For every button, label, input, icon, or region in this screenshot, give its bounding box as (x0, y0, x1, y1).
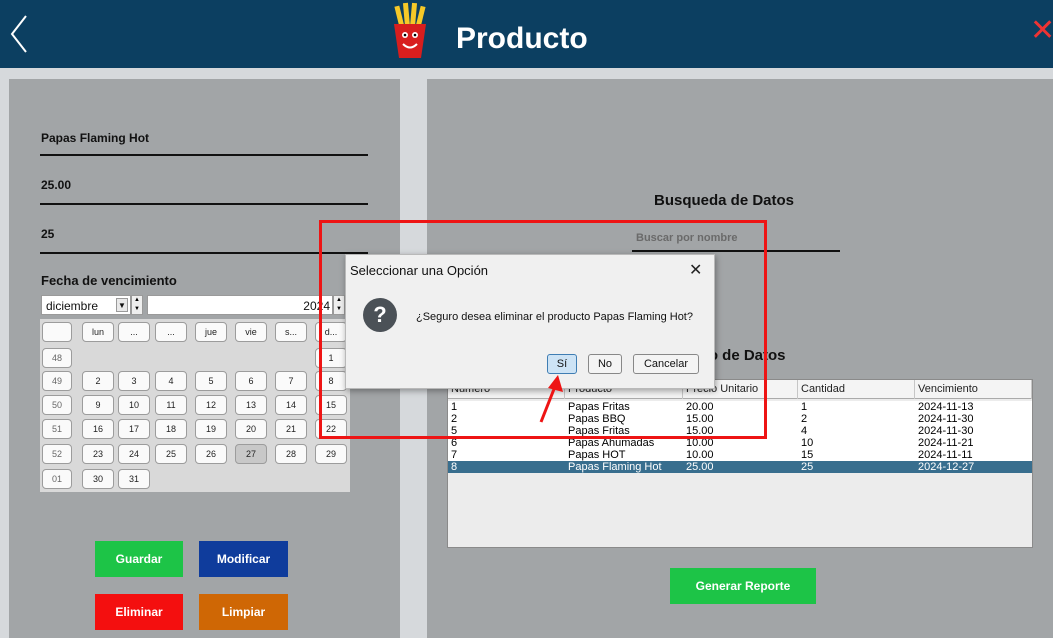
close-icon[interactable]: ✕ (1030, 16, 1053, 46)
table-cell: 25.00 (686, 461, 714, 473)
annotation-arrow-icon (539, 375, 563, 423)
table-cell: 2024-11-30 (918, 413, 974, 425)
calendar-day[interactable]: 21 (275, 419, 307, 439)
week-number: 51 (42, 419, 72, 439)
table-cell: 4 (801, 425, 808, 437)
calendar-day[interactable]: 5 (195, 371, 227, 391)
generate-report-button[interactable]: Generar Reporte (670, 568, 816, 604)
name-field-underline (40, 154, 368, 156)
eliminar-button[interactable]: Eliminar (95, 594, 183, 630)
table-cell: 8 (451, 461, 458, 473)
calendar-day[interactable]: 20 (235, 419, 267, 439)
month-value: diciembre (46, 299, 99, 313)
calendar-day[interactable]: 11 (155, 395, 187, 415)
table-cell: 25 (801, 461, 814, 473)
table-cell: 15 (801, 449, 814, 461)
calendar-day[interactable]: 30 (82, 469, 114, 489)
calendar-day[interactable]: 28 (275, 444, 307, 464)
weekday-header: vie (235, 322, 267, 342)
table-row[interactable]: 7 Papas HOT 10.00 15 2024-11-11 (448, 449, 1032, 461)
table-cell: 2024-11-11 (918, 449, 973, 461)
calendar-day[interactable]: 23 (82, 444, 114, 464)
chevron-down-icon[interactable]: ▼ (116, 298, 128, 312)
table-cell: 2024-12-27 (918, 461, 975, 473)
expiry-date-label: Fecha de vencimiento (41, 273, 177, 288)
table-row-selected[interactable]: 8 Papas Flaming Hot 25.00 25 2024-12-27 (448, 461, 1032, 473)
calendar-day[interactable]: 17 (118, 419, 150, 439)
week-number: 49 (42, 371, 72, 391)
table-cell: Papas Flaming Hot (568, 461, 662, 473)
calendar-day[interactable]: 12 (195, 395, 227, 415)
calendar-day[interactable]: 4 (155, 371, 187, 391)
calendar-day[interactable]: 25 (155, 444, 187, 464)
calendar-day[interactable]: 16 (82, 419, 114, 439)
month-spinner[interactable]: ▲ ▼ (131, 295, 143, 315)
calendar-day[interactable]: 13 (235, 395, 267, 415)
table-cell: Papas HOT (568, 449, 626, 461)
week-number: 48 (42, 348, 72, 368)
calendar-day[interactable]: 18 (155, 419, 187, 439)
calendar-day[interactable]: 2 (82, 371, 114, 391)
month-select[interactable]: diciembre ▼ (41, 295, 131, 315)
header-bar: Producto ✕ (0, 0, 1053, 68)
page-title: Producto (456, 22, 588, 55)
modificar-button[interactable]: Modificar (199, 541, 288, 577)
weekday-header: lun (82, 322, 114, 342)
week-number: 50 (42, 395, 72, 415)
weekday-header: s... (275, 322, 307, 342)
calendar-day[interactable]: 26 (195, 444, 227, 464)
table-cell: 2 (801, 413, 808, 425)
limpiar-button[interactable]: Limpiar (199, 594, 288, 630)
year-field[interactable]: 2024 (147, 295, 333, 315)
column-header[interactable]: Cantidad (798, 380, 915, 399)
calendar-day-selected[interactable]: 27 (235, 444, 267, 464)
weekday-header: jue (195, 322, 227, 342)
table-cell: 10.00 (686, 449, 714, 461)
table-cell: 2024-11-21 (918, 437, 974, 449)
week-number: 52 (42, 444, 72, 464)
fries-logo-icon (394, 2, 426, 58)
weekday-header (42, 322, 72, 342)
calendar-day[interactable]: 19 (195, 419, 227, 439)
column-header[interactable]: Vencimiento (915, 380, 1032, 399)
week-number: 01 (42, 469, 72, 489)
product-name-field[interactable]: Papas Flaming Hot (41, 131, 149, 145)
table-cell: 2024-11-30 (918, 425, 974, 437)
price-field[interactable]: 25.00 (41, 178, 71, 192)
table-cell: 7 (451, 449, 458, 461)
table-cell: 10 (801, 437, 814, 449)
calendar-day[interactable]: 3 (118, 371, 150, 391)
calendar-day[interactable]: 29 (315, 444, 347, 464)
table-cell: 2024-11-13 (918, 401, 974, 413)
guardar-button[interactable]: Guardar (95, 541, 183, 577)
calendar-day[interactable]: 6 (235, 371, 267, 391)
calendar-day[interactable]: 14 (275, 395, 307, 415)
weekday-header: ... (118, 322, 150, 342)
weekday-header: ... (155, 322, 187, 342)
back-arrow-icon[interactable] (6, 12, 34, 56)
quantity-field[interactable]: 25 (41, 227, 54, 241)
calendar-day[interactable]: 31 (118, 469, 150, 489)
calendar-grid: lun...... jue vie s... d... 48 1 49 2 3 4 5 6 7 8 50 9 10… (40, 319, 350, 492)
calendar-day[interactable]: 9 (82, 395, 114, 415)
calendar-day[interactable]: 24 (118, 444, 150, 464)
calendar-day[interactable]: 10 (118, 395, 150, 415)
table-cell: 1 (801, 401, 808, 413)
search-title: Busqueda de Datos (654, 192, 795, 209)
calendar-day[interactable]: 7 (275, 371, 307, 391)
price-field-underline (40, 203, 368, 205)
